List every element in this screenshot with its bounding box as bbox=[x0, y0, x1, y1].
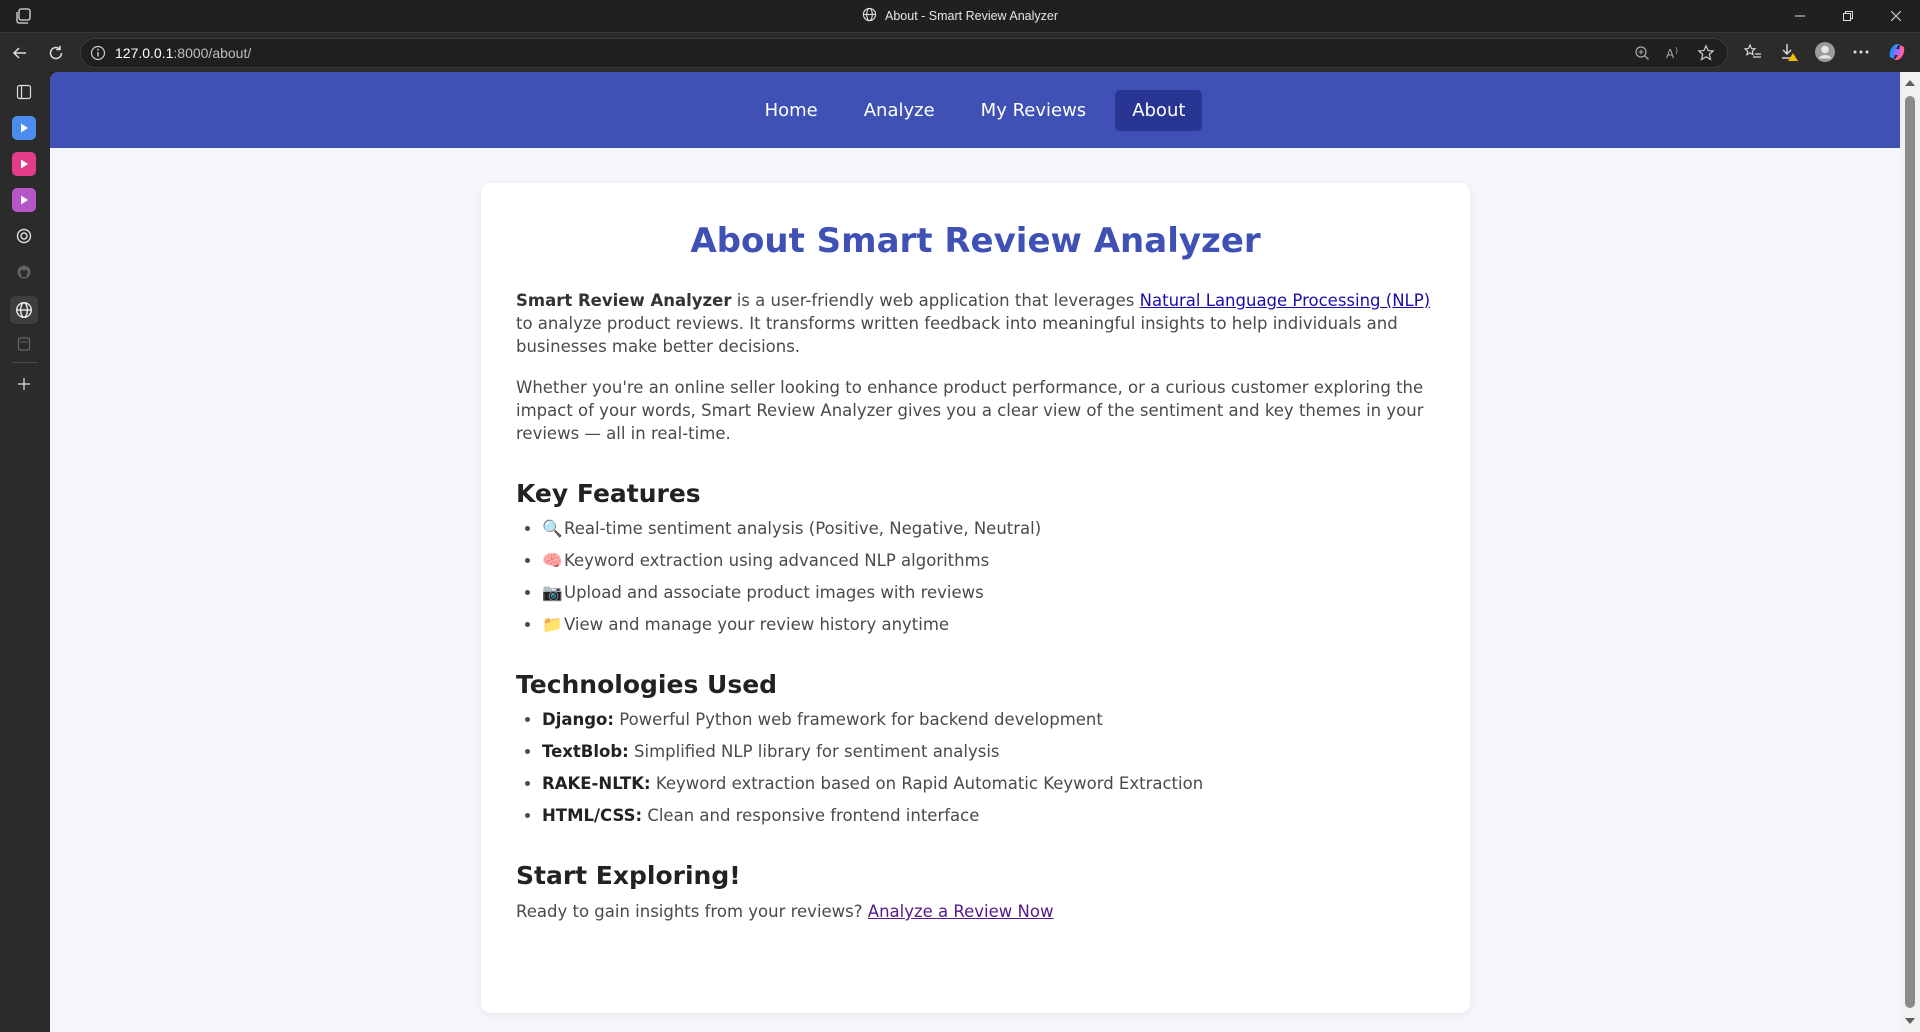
openai-icon[interactable] bbox=[12, 224, 36, 248]
intro-text-2: to analyze product reviews. It transform… bbox=[516, 314, 1398, 356]
analyze-now-link[interactable]: Analyze a Review Now bbox=[868, 902, 1054, 921]
app-shortcut-pink-icon[interactable] bbox=[12, 152, 36, 176]
address-bar[interactable]: 127.0.0.1:8000/about/ A) bbox=[80, 38, 1728, 68]
technology-item: HTML/CSS: Clean and responsive frontend … bbox=[542, 805, 1435, 827]
url-path: :8000/about/ bbox=[173, 45, 252, 61]
url-host: 127.0.0.1 bbox=[115, 45, 174, 61]
downloads-icon[interactable] bbox=[1776, 39, 1802, 65]
add-icon[interactable] bbox=[12, 372, 36, 396]
camera-icon: 📷 bbox=[542, 583, 563, 602]
brand-name: Smart Review Analyzer bbox=[516, 291, 732, 310]
feature-item: 🔍Real-time sentiment analysis (Positive,… bbox=[542, 518, 1435, 540]
document-icon[interactable] bbox=[12, 332, 36, 356]
technology-item: TextBlob: Simplified NLP library for sen… bbox=[542, 741, 1435, 763]
app-shortcut-blue-icon[interactable] bbox=[12, 116, 36, 140]
features-list: 🔍Real-time sentiment analysis (Positive,… bbox=[516, 518, 1435, 636]
scroll-up-arrow-icon[interactable] bbox=[1905, 80, 1915, 86]
start-paragraph: Ready to gain insights from your reviews… bbox=[516, 900, 1435, 923]
main-navbar: Home Analyze My Reviews About bbox=[50, 72, 1900, 148]
window-title: About - Smart Review Analyzer bbox=[0, 0, 1920, 32]
feature-text: Keyword extraction using advanced NLP al… bbox=[564, 551, 990, 570]
nlp-link[interactable]: Natural Language Processing (NLP) bbox=[1140, 291, 1431, 310]
minimize-button[interactable] bbox=[1776, 0, 1824, 32]
technology-item: RAKE-NLTK: Keyword extraction based on R… bbox=[542, 773, 1435, 795]
back-arrow-icon[interactable] bbox=[8, 41, 32, 65]
description-paragraph: Whether you're an online seller looking … bbox=[516, 378, 1424, 443]
more-menu-icon[interactable] bbox=[1848, 39, 1874, 65]
url-text[interactable]: 127.0.0.1:8000/about/ bbox=[115, 45, 251, 61]
scrollbar-thumb[interactable] bbox=[1905, 96, 1915, 1008]
copilot-icon[interactable] bbox=[1884, 39, 1910, 65]
refresh-icon[interactable] bbox=[44, 41, 68, 65]
github-icon[interactable] bbox=[12, 260, 36, 284]
technology-name: TextBlob: bbox=[542, 742, 629, 761]
technologies-list: Django: Powerful Python web framework fo… bbox=[516, 709, 1435, 827]
svg-text:A: A bbox=[1666, 47, 1675, 61]
browser-toolbar: 127.0.0.1:8000/about/ A) bbox=[0, 32, 1920, 72]
vertical-tabs-icon[interactable] bbox=[12, 80, 36, 104]
feature-item: 🧠Keyword extraction using advanced NLP a… bbox=[542, 550, 1435, 572]
feature-text: Real-time sentiment analysis (Positive, … bbox=[564, 519, 1042, 538]
technology-desc: Keyword extraction based on Rapid Automa… bbox=[650, 774, 1204, 793]
svg-text:): ) bbox=[1675, 46, 1678, 55]
nav-about[interactable]: About bbox=[1115, 89, 1203, 131]
technology-desc: Powerful Python web framework for backen… bbox=[613, 710, 1103, 729]
start-heading: Start Exploring! bbox=[516, 861, 741, 890]
technologies-heading: Technologies Used bbox=[516, 670, 778, 699]
browser-sidebar bbox=[0, 72, 50, 1032]
nav-analyze[interactable]: Analyze bbox=[847, 90, 952, 131]
technology-name: HTML/CSS: bbox=[542, 806, 643, 825]
site-info-icon[interactable] bbox=[90, 45, 106, 61]
folder-icon: 📁 bbox=[542, 615, 563, 634]
favorites-list-icon[interactable] bbox=[1740, 39, 1766, 65]
web-globe-icon[interactable] bbox=[10, 296, 38, 324]
technology-name: Django: bbox=[542, 710, 614, 729]
title-bar: About - Smart Review Analyzer bbox=[0, 0, 1920, 32]
close-button[interactable] bbox=[1872, 0, 1920, 32]
feature-text: Upload and associate product images with… bbox=[564, 583, 984, 602]
app-shortcut-purple-icon[interactable] bbox=[12, 188, 36, 212]
about-card: About Smart Review Analyzer Smart Review… bbox=[481, 183, 1470, 1013]
scroll-down-arrow-icon[interactable] bbox=[1905, 1018, 1915, 1024]
page-title: About Smart Review Analyzer bbox=[690, 221, 1261, 261]
page-viewport: Home Analyze My Reviews About About Smar… bbox=[50, 72, 1900, 1032]
feature-item: 📁View and manage your review history any… bbox=[542, 614, 1435, 636]
technology-name: RAKE-NLTK: bbox=[542, 774, 651, 793]
brain-icon: 🧠 bbox=[542, 551, 563, 570]
technology-desc: Clean and responsive frontend interface bbox=[642, 806, 980, 825]
intro-paragraph: Smart Review Analyzer is a user-friendly… bbox=[516, 289, 1435, 358]
window-title-text: About - Smart Review Analyzer bbox=[885, 9, 1058, 23]
favorite-star-icon[interactable] bbox=[1695, 42, 1717, 64]
zoom-icon[interactable] bbox=[1631, 42, 1653, 64]
magnifier-icon: 🔍 bbox=[542, 519, 563, 538]
nav-home[interactable]: Home bbox=[748, 90, 835, 131]
start-text: Ready to gain insights from your reviews… bbox=[516, 902, 868, 921]
feature-item: 📷Upload and associate product images wit… bbox=[542, 582, 1435, 604]
technology-item: Django: Powerful Python web framework fo… bbox=[542, 709, 1435, 731]
profile-avatar[interactable] bbox=[1812, 39, 1838, 65]
read-aloud-icon[interactable]: A) bbox=[1663, 42, 1685, 64]
intro-text-1: is a user-friendly web application that … bbox=[731, 291, 1140, 310]
feature-text: View and manage your review history anyt… bbox=[564, 615, 950, 634]
sidebar-divider bbox=[12, 362, 38, 363]
features-heading: Key Features bbox=[516, 479, 701, 508]
technology-desc: Simplified NLP library for sentiment ana… bbox=[628, 742, 1000, 761]
page-scrollbar[interactable] bbox=[1900, 72, 1920, 1032]
restore-button[interactable] bbox=[1824, 0, 1872, 32]
nav-my-reviews[interactable]: My Reviews bbox=[964, 90, 1104, 131]
globe-icon bbox=[862, 7, 877, 25]
